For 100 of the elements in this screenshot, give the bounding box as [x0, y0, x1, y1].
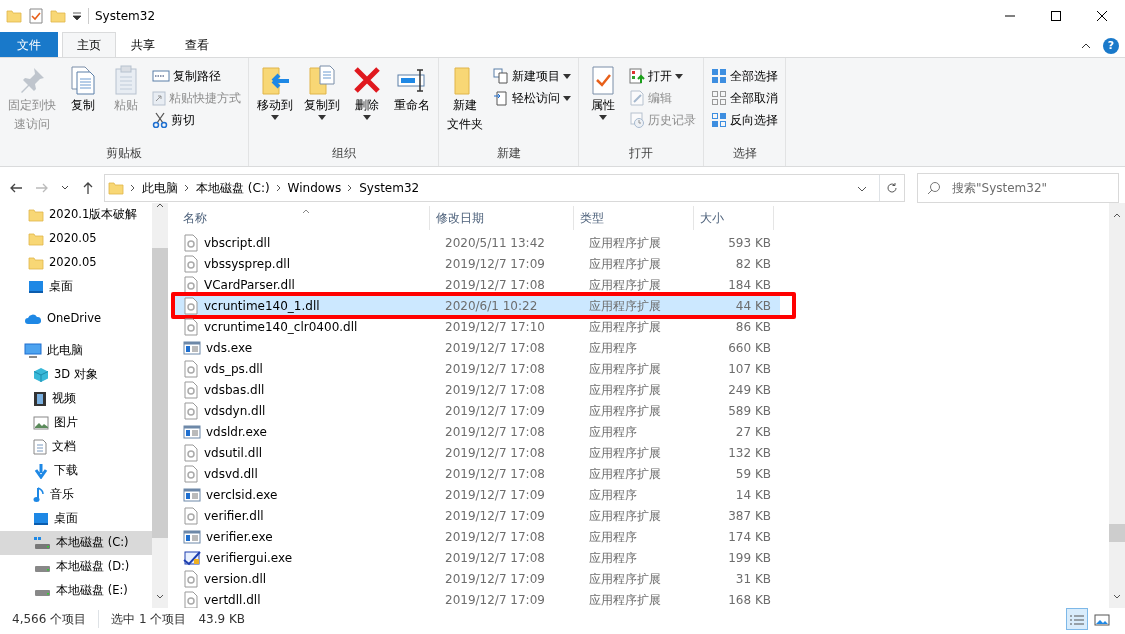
file-row[interactable]: vds_ps.dll 2019/12/7 17:08 应用程序扩展 107 KB	[174, 358, 780, 379]
table-cell-text: 2019/12/7 17:08	[444, 381, 546, 399]
breadcrumb-item[interactable]: System32	[359, 179, 420, 197]
table-cell-text: 2019/12/7 17:09	[444, 507, 546, 525]
sidebar-item[interactable]: 2020.05	[0, 251, 152, 275]
sidebar-item[interactable]: 本地磁盘 (E:)	[0, 579, 152, 603]
breadcrumb-item[interactable]: 此电脑	[142, 179, 178, 197]
ribbon-button[interactable]: 全部取消	[708, 87, 781, 109]
file-row[interactable]: vdsdyn.dll 2019/12/7 17:09 应用程序扩展 589 KB	[174, 400, 780, 421]
breadcrumb-item[interactable]: Windows	[287, 179, 342, 197]
sidebar-item[interactable]: 音乐	[0, 483, 152, 507]
file-row[interactable]: vdsldr.exe 2019/12/7 17:08 应用程序 27 KB	[174, 421, 780, 442]
file-row[interactable]: verifier.exe 2019/12/7 17:08 应用程序 174 KB	[174, 526, 780, 547]
dll-file-icon	[183, 569, 199, 588]
file-row[interactable]: version.dll 2019/12/7 17:09 应用程序扩展 31 KB	[174, 568, 780, 589]
sidebar-item[interactable]: 图片	[0, 411, 152, 435]
file-row[interactable]: verifier.dll 2019/12/7 17:09 应用程序扩展 387 KB	[174, 505, 780, 526]
table-cell-text: 应用程序	[588, 549, 638, 567]
file-row[interactable]: VCardParser.dll 2019/12/7 17:08 应用程序扩展 184 KB	[174, 274, 780, 295]
chevron-icon	[275, 184, 282, 192]
table-cell-text: 27 KB	[734, 423, 771, 441]
sidebar-item[interactable]: 视频	[0, 387, 152, 411]
refresh-icon	[886, 182, 898, 194]
scrollbar[interactable]	[1109, 203, 1125, 608]
ribbon-tab[interactable]: 查看	[170, 32, 224, 57]
table-cell-text: 2019/12/7 17:08	[444, 276, 546, 294]
column-header[interactable]: 大小	[694, 206, 774, 230]
scroll-thumb[interactable]	[152, 248, 168, 538]
file-name: VCardParser.dll	[204, 276, 295, 294]
sidebar-item[interactable]: 文档	[0, 435, 152, 459]
table-cell-text: 应用程序扩展	[588, 444, 662, 462]
file-row[interactable]: vcruntime140_clr0400.dll 2019/12/7 17:10 应用程序扩展 86 KB	[174, 316, 780, 337]
close-icon	[1097, 11, 1107, 21]
file-row[interactable]: vds.exe 2019/12/7 17:08 应用程序 660 KB	[174, 337, 780, 358]
address-field[interactable]: 此电脑 本地磁盘 (C:) Windows System32	[104, 174, 905, 202]
ribbon-button[interactable]: 属性	[583, 62, 623, 142]
ribbon-button[interactable]: 复制	[63, 62, 103, 142]
search-field[interactable]: 搜索"System32"	[917, 173, 1119, 203]
dll-file-icon	[183, 233, 199, 252]
group-label: 打开	[628, 145, 654, 162]
scroll-down-icon	[156, 594, 164, 599]
file-name: vds.exe	[206, 339, 253, 357]
edit-icon	[629, 90, 645, 106]
sidebar-item[interactable]: 桌面	[0, 275, 152, 299]
exe-file-icon	[183, 340, 201, 355]
ribbon-button[interactable]: 新建 文件夹	[443, 62, 487, 142]
sidebar-item[interactable]: 3D 对象	[0, 363, 152, 387]
file-row[interactable]: vbssysprep.dll 2019/12/7 17:09 应用程序扩展 82 KB	[174, 253, 780, 274]
ribbon-button[interactable]: 复制到	[300, 62, 344, 142]
sidebar-item[interactable]: 2020.1版本破解	[0, 203, 152, 227]
ribbon-tab[interactable]: 文件	[0, 32, 58, 57]
table-cell-text: 2019/12/7 17:09	[444, 402, 546, 420]
select-all-icon	[711, 68, 727, 84]
ribbon-button[interactable]: 剪切	[149, 109, 244, 131]
file-row[interactable]: vdsvd.dll 2019/12/7 17:08 应用程序扩展 59 KB	[174, 463, 780, 484]
easy-access-icon	[493, 90, 509, 106]
sidebar-item[interactable]: 下载	[0, 459, 152, 483]
ribbon-tab[interactable]: 共享	[116, 32, 170, 57]
file-row[interactable]: vbscript.dll 2020/5/11 13:42 应用程序扩展 593 KB	[174, 232, 780, 253]
table-cell-text: 2019/12/7 17:08	[444, 465, 546, 483]
column-header[interactable]: 类型	[574, 206, 694, 230]
table-cell-text: 2019/12/7 17:08	[444, 528, 546, 546]
desktop-icon	[28, 280, 44, 294]
dll-file-icon	[183, 590, 199, 608]
ribbon-button[interactable]: 移动到	[253, 62, 297, 142]
scroll-thumb[interactable]	[1109, 524, 1125, 542]
file-row[interactable]: verclsid.exe 2019/12/7 17:09 应用程序 14 KB	[174, 484, 780, 505]
table-cell-text: 2019/12/7 17:09	[444, 591, 546, 608]
sidebar-item[interactable]: 本地磁盘 (D:)	[0, 555, 152, 579]
table-cell-text: 应用程序扩展	[588, 507, 662, 525]
ribbon-button[interactable]: 反向选择	[708, 109, 781, 131]
sidebar-item[interactable]: 2020.05	[0, 227, 152, 251]
ribbon-button[interactable]: 打开	[626, 65, 699, 87]
file-row[interactable]: vertdll.dll 2019/12/7 17:09 应用程序扩展 168 KB	[174, 589, 780, 608]
column-header[interactable]: 修改日期	[430, 206, 574, 230]
cloud-icon	[24, 313, 42, 325]
file-row[interactable]: vdsutil.dll 2019/12/7 17:08 应用程序扩展 132 KB	[174, 442, 780, 463]
scrollbar[interactable]	[152, 203, 168, 608]
help-button[interactable]: ?	[1103, 38, 1119, 54]
drive-icon	[33, 536, 51, 550]
sidebar-item[interactable]: 桌面	[0, 507, 152, 531]
table-cell-text: 593 KB	[727, 234, 771, 252]
ribbon-button[interactable]: 全部选择	[708, 65, 781, 87]
file-row[interactable]: verifiergui.exe 2019/12/7 17:08 应用程序 199 KB	[174, 547, 780, 568]
file-row[interactable]: vdsbas.dll 2019/12/7 17:08 应用程序扩展 249 KB	[174, 379, 780, 400]
ribbon-button[interactable]: 新建项目	[490, 65, 574, 87]
view-button[interactable]	[1066, 608, 1088, 630]
column-header[interactable]: 名称	[174, 206, 430, 230]
sidebar-item[interactable]: 此电脑	[0, 339, 152, 363]
ribbon-button[interactable]: 重命名	[390, 62, 434, 142]
ribbon-button[interactable]: 轻松访问	[490, 87, 574, 109]
table-cell-text: 44 KB	[734, 297, 771, 315]
table-cell-text: 199 KB	[727, 549, 771, 567]
ribbon-tab[interactable]: 主页	[62, 32, 116, 57]
ribbon-button[interactable]: 删除	[347, 62, 387, 142]
ribbon-button[interactable]: 复制路径	[149, 65, 244, 87]
sidebar-item[interactable]: OneDrive	[0, 307, 152, 331]
sidebar-item[interactable]: 本地磁盘 (C:)	[0, 531, 152, 555]
breadcrumb-item[interactable]: 本地磁盘 (C:)	[196, 179, 270, 197]
table-cell-text: 2019/12/7 17:08	[444, 360, 546, 378]
